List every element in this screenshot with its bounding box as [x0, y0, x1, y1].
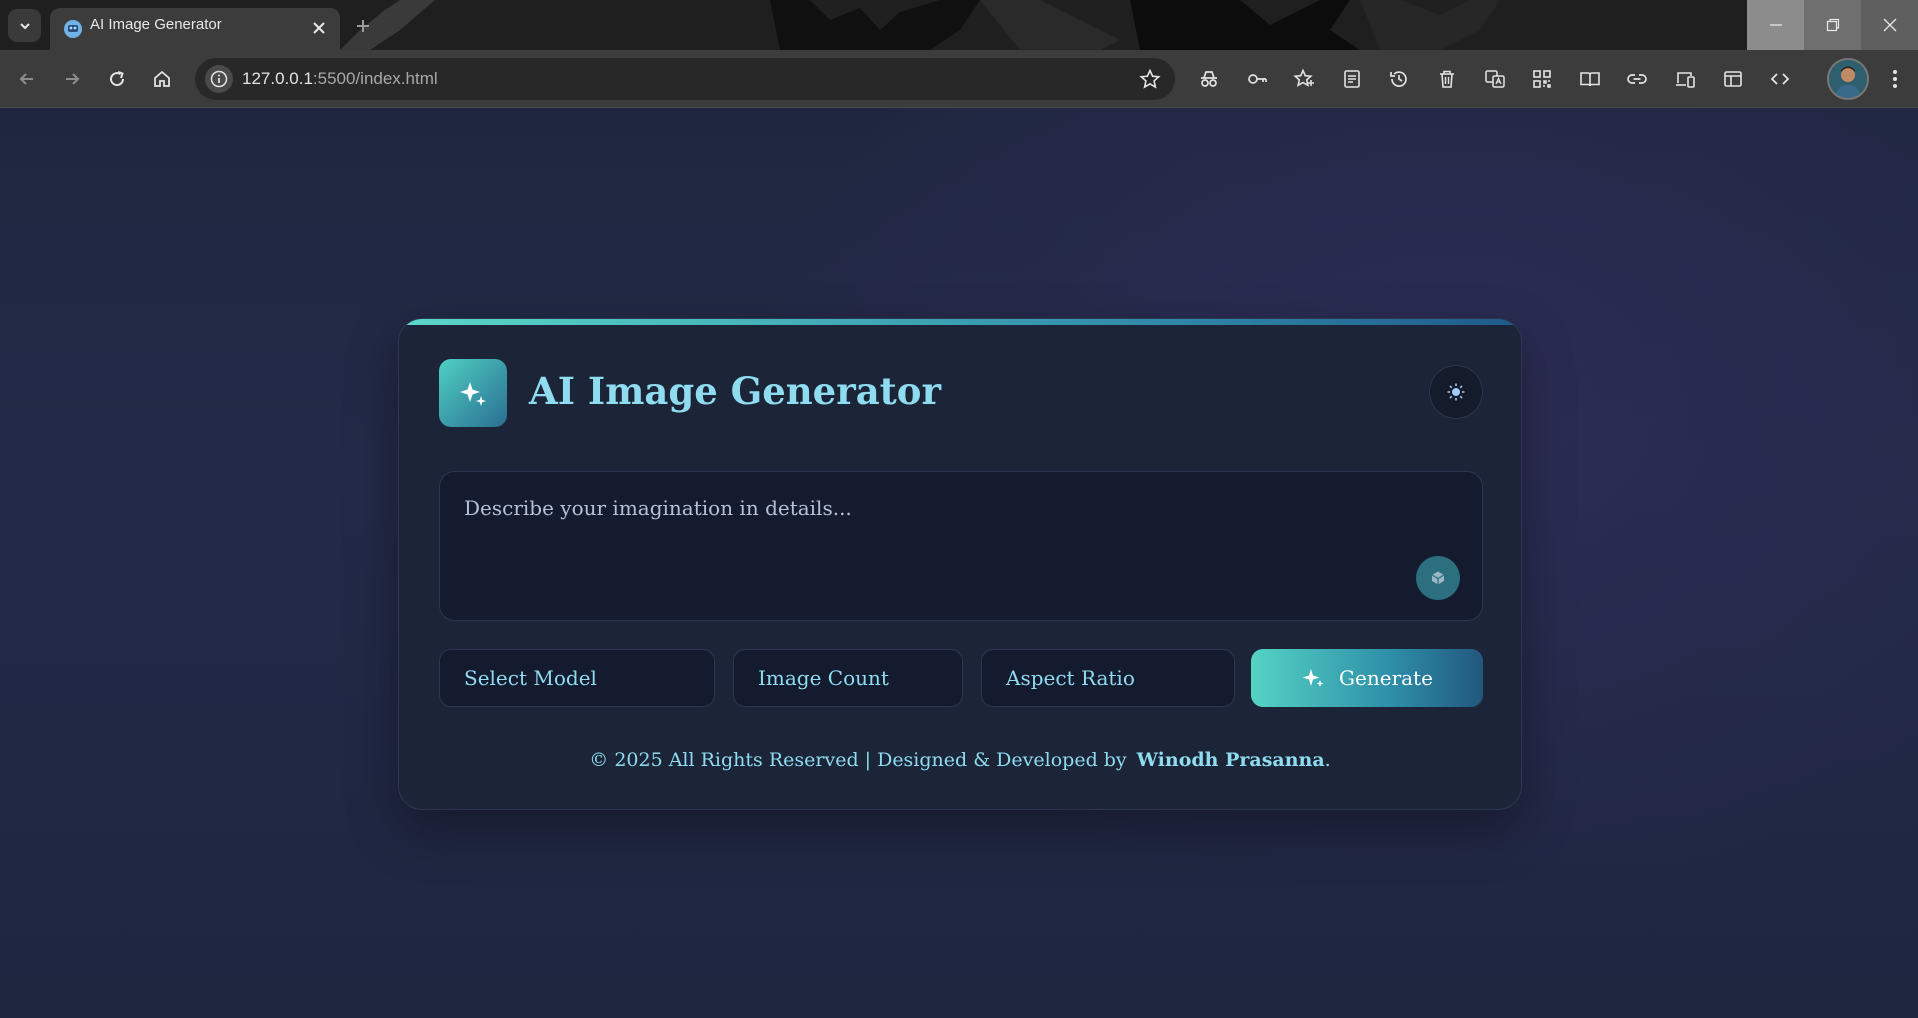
sun-icon [1447, 383, 1465, 401]
footer-credits: © 2025 All Rights Reserved | Designed & … [399, 747, 1521, 773]
history-button[interactable] [1382, 62, 1416, 96]
translate-icon [1484, 70, 1505, 88]
close-window-button[interactable] [1861, 0, 1918, 50]
layout-button[interactable] [1716, 62, 1750, 96]
url-text[interactable]: 127.0.0.1:5500/index.html [242, 69, 438, 89]
trash-icon [1439, 70, 1454, 88]
restore-icon [1826, 18, 1839, 32]
forward-button[interactable] [57, 64, 87, 94]
chevron-down-icon [19, 22, 30, 29]
qr-code-button[interactable] [1525, 62, 1559, 96]
tab-search-button[interactable] [8, 9, 41, 42]
arrow-right-icon [66, 73, 80, 85]
extensions-toolbar [1192, 62, 1797, 96]
favorites-button[interactable] [1287, 62, 1321, 96]
generate-button[interactable]: Generate [1251, 649, 1483, 707]
generate-label: Generate [1339, 666, 1433, 690]
dice-icon [1431, 571, 1445, 585]
history-icon [1390, 71, 1408, 87]
profile-avatar[interactable] [1827, 58, 1869, 100]
url-host: 127.0.0.1 [242, 69, 313, 88]
options-row: Select Model Image Count Aspect Ratio Ge… [439, 649, 1483, 707]
info-icon [210, 70, 228, 88]
clear-data-button[interactable] [1430, 62, 1464, 96]
devices-button[interactable] [1668, 62, 1702, 96]
plus-icon [357, 20, 369, 32]
translate-button[interactable] [1478, 62, 1512, 96]
generator-card: AI Image Generator Select Model Image Co… [398, 318, 1522, 810]
prompt-input[interactable] [464, 494, 1364, 522]
reload-icon [110, 71, 125, 87]
incognito-icon [1201, 71, 1217, 87]
devtools-button[interactable] [1763, 62, 1797, 96]
theme-artwork [340, 0, 1500, 50]
app-title: AI Image Generator [529, 369, 941, 413]
layout-icon [1723, 71, 1742, 87]
image-count-select[interactable]: Image Count [733, 649, 963, 707]
link-icon [1627, 74, 1648, 84]
passwords-button[interactable] [1240, 62, 1274, 96]
sparkles-icon [460, 382, 486, 406]
browser-toolbar: 127.0.0.1:5500/index.html [0, 50, 1918, 108]
favorites-icon [1293, 68, 1315, 87]
copy-link-button[interactable] [1620, 62, 1654, 96]
browser-menu-button[interactable] [1880, 64, 1910, 94]
address-bar[interactable]: 127.0.0.1:5500/index.html [195, 58, 1175, 100]
theme-toggle-button[interactable] [1429, 365, 1483, 419]
footer-period: . [1324, 749, 1331, 771]
avatar-icon [1829, 60, 1867, 98]
devices-icon [1675, 72, 1695, 88]
reader-mode-button[interactable] [1573, 62, 1607, 96]
arrow-left-icon [19, 73, 33, 85]
star-icon[interactable] [1139, 68, 1161, 90]
model-select[interactable]: Select Model [439, 649, 715, 707]
close-icon[interactable] [310, 19, 328, 37]
card-accent-bar [399, 319, 1521, 325]
incognito-button[interactable] [1192, 62, 1226, 96]
sparkles-icon [1302, 669, 1324, 687]
new-tab-button[interactable] [349, 12, 377, 40]
author-name: Winodh Prasanna [1136, 749, 1325, 771]
minimize-button[interactable] [1747, 0, 1804, 50]
minimize-icon [1769, 24, 1782, 26]
close-icon [1883, 18, 1896, 32]
qr-code-icon [1533, 70, 1551, 88]
robot-favicon-icon [64, 20, 82, 38]
aspect-ratio-select[interactable]: Aspect Ratio [981, 649, 1235, 707]
random-prompt-button[interactable] [1416, 556, 1460, 600]
url-path: :5500/index.html [312, 69, 438, 88]
home-icon [154, 70, 170, 87]
reading-list-button[interactable] [1335, 62, 1369, 96]
key-icon [1247, 74, 1267, 84]
footer-text: © 2025 All Rights Reserved | Designed & … [589, 749, 1127, 771]
tab-title: AI Image Generator [90, 16, 222, 33]
reader-mode-icon [1579, 72, 1600, 87]
home-button[interactable] [147, 64, 177, 94]
browser-tab-bar: AI Image Generator [0, 0, 1918, 50]
app-logo [439, 359, 507, 427]
code-icon [1770, 73, 1790, 85]
restore-button[interactable] [1804, 0, 1861, 50]
reload-button[interactable] [102, 64, 132, 94]
kebab-menu-icon [1893, 70, 1897, 88]
prompt-container [439, 471, 1483, 621]
browser-tab[interactable]: AI Image Generator [50, 8, 340, 50]
page-background: AI Image Generator Select Model Image Co… [0, 108, 1918, 1018]
window-controls [1747, 0, 1918, 50]
site-info-button[interactable] [205, 65, 233, 93]
reading-list-icon [1343, 70, 1360, 88]
back-button[interactable] [12, 64, 42, 94]
